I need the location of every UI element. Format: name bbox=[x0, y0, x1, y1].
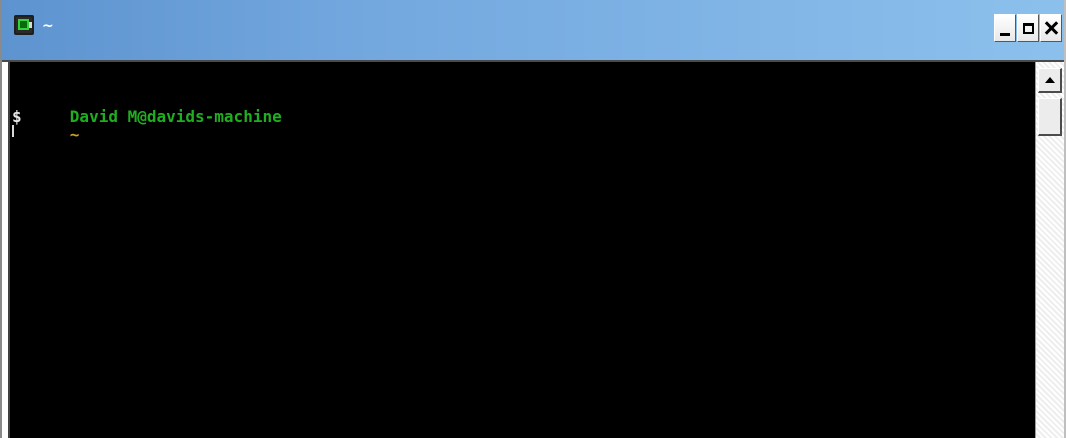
scroll-thumb[interactable] bbox=[1038, 98, 1062, 136]
prompt-line: David M@davids-machine ~ bbox=[12, 90, 282, 162]
prompt-user-host: David M@davids-machine bbox=[69, 107, 282, 126]
scroll-up-button[interactable] bbox=[1038, 68, 1062, 93]
title-bar[interactable]: ~ bbox=[2, 0, 1064, 62]
prompt-current-directory: ~ bbox=[69, 125, 80, 144]
terminal-console[interactable]: David M@davids-machine ~ $ bbox=[8, 62, 1035, 438]
text-cursor bbox=[12, 125, 14, 137]
maximize-button[interactable] bbox=[1017, 14, 1039, 42]
prompt-symbol: $ bbox=[12, 107, 22, 126]
maximize-icon bbox=[1022, 22, 1034, 34]
close-button[interactable] bbox=[1040, 14, 1062, 42]
vertical-scrollbar[interactable] bbox=[1035, 62, 1064, 438]
minimize-button[interactable] bbox=[994, 14, 1016, 42]
terminal-icon bbox=[14, 15, 34, 35]
minimize-icon bbox=[1000, 32, 1010, 36]
terminal-window: ~ David M@davids-machine ~ $ bbox=[0, 0, 1066, 438]
window-controls bbox=[994, 14, 1062, 42]
window-title: ~ bbox=[42, 18, 54, 34]
close-icon bbox=[1044, 21, 1058, 35]
